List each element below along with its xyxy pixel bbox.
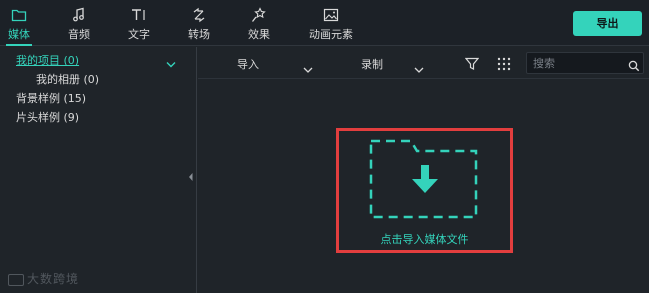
tab-audio[interactable]: 音频 <box>64 4 94 44</box>
tab-label: 音频 <box>68 28 90 41</box>
tab-effects[interactable]: 效果 <box>244 4 274 44</box>
effects-icon <box>244 4 274 24</box>
sidebar-item-my-projects[interactable]: 我的项目 (0) <box>16 52 79 68</box>
import-dropdown[interactable]: 导入 <box>237 56 259 72</box>
sidebar-item-background-samples[interactable]: 背景样例 (15) <box>16 90 86 106</box>
tab-animated-elements[interactable]: 动画元素 <box>303 4 359 44</box>
watermark: 大数跨境 <box>8 270 79 287</box>
record-label: 录制 <box>361 58 383 71</box>
chevron-down-icon[interactable] <box>166 54 176 73</box>
import-media-label: 点击导入媒体文件 <box>380 233 469 246</box>
search-input[interactable] <box>533 55 621 71</box>
sidebar-item-my-album[interactable]: 我的相册 (0) <box>36 71 99 87</box>
record-dropdown[interactable]: 录制 <box>361 56 383 72</box>
tab-label: 转场 <box>188 28 210 41</box>
filter-icon[interactable] <box>464 56 480 75</box>
export-button[interactable]: 导出 <box>573 11 642 36</box>
tab-label: 文字 <box>128 28 150 41</box>
tab-label: 效果 <box>248 28 270 41</box>
tab-label: 动画元素 <box>309 28 353 41</box>
tab-media[interactable]: 媒体 <box>4 4 34 46</box>
text-icon <box>124 4 154 24</box>
collapse-panel-handle-icon[interactable] <box>188 167 194 186</box>
image-icon <box>303 4 359 24</box>
folder-icon <box>4 4 34 24</box>
tab-text[interactable]: 文字 <box>124 4 154 44</box>
top-bar: 媒体 音频 文字 转场 效果 动画元素 导出 <box>0 0 649 46</box>
chevron-down-icon[interactable] <box>303 59 313 78</box>
music-note-icon <box>64 4 94 24</box>
search-icon[interactable] <box>628 57 640 76</box>
search-box <box>526 52 644 74</box>
media-toolbar: 导入 录制 <box>198 47 649 79</box>
folder-download-icon[interactable] <box>366 137 482 225</box>
media-library-sidebar: 我的项目 (0) 我的相册 (0) 背景样例 (15) 片头样例 (9) <box>0 47 197 293</box>
import-media-drop-zone[interactable]: 点击导入媒体文件 <box>336 128 513 253</box>
tab-transitions[interactable]: 转场 <box>184 4 214 44</box>
transition-icon <box>184 4 214 24</box>
sidebar-item-intro-samples[interactable]: 片头样例 (9) <box>16 109 79 125</box>
import-label: 导入 <box>237 58 259 71</box>
watermark-logo-icon <box>8 273 24 286</box>
tab-label: 媒体 <box>8 28 30 41</box>
chevron-down-icon[interactable] <box>414 59 424 78</box>
watermark-text: 大数跨境 <box>27 272 80 286</box>
grid-view-icon[interactable] <box>497 56 511 75</box>
